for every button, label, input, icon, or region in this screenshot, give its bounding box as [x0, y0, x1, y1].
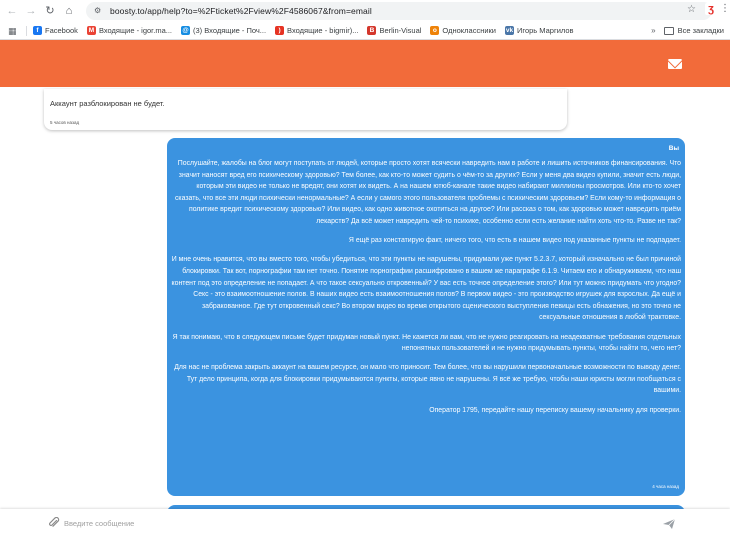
bookmark-list: f Facebook M Входящие - igor.ma... @ (3) Вход… [33, 26, 583, 35]
outgoing-message-time: 4 часа назад [652, 484, 679, 489]
bookmark-label: (3) Входящие - Поч... [193, 26, 267, 35]
incoming-message: Аккаунт разблокирован не будет. 5 часов … [44, 89, 567, 130]
send-icon[interactable] [662, 517, 676, 529]
message-paragraph: И мне очень нравится, что вы вместо того… [171, 256, 681, 322]
bigmir-icon: ) [275, 26, 285, 35]
home-icon[interactable]: ⌂ [62, 4, 76, 18]
bookmark-label: Одноклассники [442, 26, 496, 35]
mail-icon[interactable] [668, 59, 682, 69]
bookmark-label: Игорь Маргилов [517, 26, 574, 35]
facebook-icon: f [33, 26, 42, 35]
message-composer [0, 509, 730, 537]
message-input[interactable] [64, 515, 654, 531]
message-paragraph: Я ещё раз констатирую факт, ничего того,… [348, 237, 681, 245]
message-paragraph: Для нас не проблема закрыть аккаунт на в… [174, 364, 681, 395]
mail-ru-icon: @ [181, 26, 191, 35]
bookmark-item[interactable]: f Facebook [33, 26, 78, 35]
site-header [0, 40, 730, 87]
bookmark-item[interactable]: @ (3) Входящие - Поч... [181, 26, 266, 35]
browser-menu-icon[interactable]: ⋮ [720, 4, 730, 14]
bookmark-item[interactable]: o Одноклассники [430, 26, 496, 35]
bookmark-item[interactable]: B Berlin-Visual [367, 26, 421, 35]
browser-toolbar: ← → ↻ ⌂ ⚙ boosty.to/app/help?to=%2Fticke… [0, 0, 730, 22]
bookmarks-divider [26, 25, 27, 36]
sender-name: Вы [668, 145, 679, 152]
bookmark-label: Facebook [45, 26, 78, 35]
more-bookmarks-button[interactable]: » [651, 26, 655, 35]
site-info-icon[interactable]: ⚙ [94, 6, 104, 16]
url-text[interactable]: boosty.to/app/help?to=%2Fticket%2Fview%2… [110, 6, 372, 16]
chat-thread: Аккаунт разблокирован не будет. 5 часов … [0, 87, 730, 509]
folder-icon [663, 26, 674, 35]
message-paragraph: Послушайте, жалобы на блог могут поступа… [174, 160, 681, 225]
outgoing-message-body: Послушайте, жалобы на блог могут поступа… [171, 158, 681, 424]
bookmark-item[interactable]: vk Игорь Маргилов [505, 26, 574, 35]
berlin-visual-icon: B [367, 26, 377, 35]
vk-icon: vk [505, 26, 514, 35]
address-bar[interactable]: ⚙ boosty.to/app/help?to=%2Fticket%2Fview… [86, 2, 712, 20]
apps-grid-icon[interactable]: ▦ [8, 26, 18, 36]
bookmark-item[interactable]: ) Входящие - bigmir)... [275, 26, 358, 35]
attach-icon[interactable] [48, 516, 60, 529]
bookmark-label: Berlin-Visual [379, 26, 422, 35]
message-paragraph: Оператор 1795, передайте нашу переписку … [429, 406, 681, 414]
incoming-message-text: Аккаунт разблокирован не будет. [50, 99, 165, 108]
bookmark-label: Входящие - igor.ma... [98, 26, 173, 35]
forward-icon[interactable]: → [24, 4, 38, 18]
bookmark-star-icon[interactable]: ☆ [687, 4, 696, 15]
outgoing-message: Вы Послушайте, жалобы на блог могут пост… [167, 138, 685, 496]
message-paragraph: Я так понимаю, что в следующем письме бу… [172, 333, 681, 353]
bookmarks-right: » Все закладки [651, 26, 724, 35]
bookmark-item[interactable]: M Входящие - igor.ma... [86, 26, 173, 35]
bookmarks-bar: ▦ f Facebook M Входящие - igor.ma... @ (3) Вх… [0, 22, 730, 40]
incoming-message-time: 5 часов назад [50, 120, 80, 125]
extension-icon[interactable]: ʒ [705, 3, 717, 15]
odnoklassniki-icon: o [430, 26, 440, 35]
gmail-icon: M [86, 26, 96, 35]
back-icon[interactable]: ← [5, 4, 19, 18]
reload-icon[interactable]: ↻ [43, 4, 57, 18]
all-bookmarks-link[interactable]: Все закладки [678, 26, 724, 35]
bookmark-label: Входящие - bigmir)... [287, 26, 359, 35]
